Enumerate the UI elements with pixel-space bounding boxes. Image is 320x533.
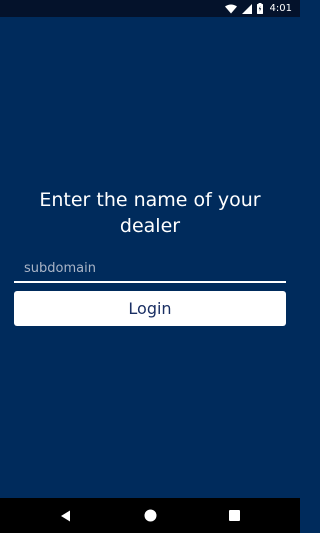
back-icon[interactable] [46, 498, 86, 533]
home-icon[interactable] [130, 498, 170, 533]
signal-icon [241, 3, 252, 14]
main-content: Enter the name of your dealer Login [0, 17, 300, 498]
login-screen: 4:01 Enter the name of your dealer Login [0, 0, 300, 533]
subdomain-field [14, 255, 286, 283]
status-time: 4:01 [269, 3, 292, 14]
page-title: Enter the name of your dealer [39, 189, 261, 237]
status-bar: 4:01 [0, 0, 300, 17]
subdomain-input[interactable] [14, 255, 286, 281]
wifi-icon [224, 4, 237, 14]
login-button[interactable]: Login [14, 291, 286, 326]
battery-icon [256, 3, 263, 14]
navigation-bar [0, 498, 300, 533]
recents-icon[interactable] [214, 498, 254, 533]
